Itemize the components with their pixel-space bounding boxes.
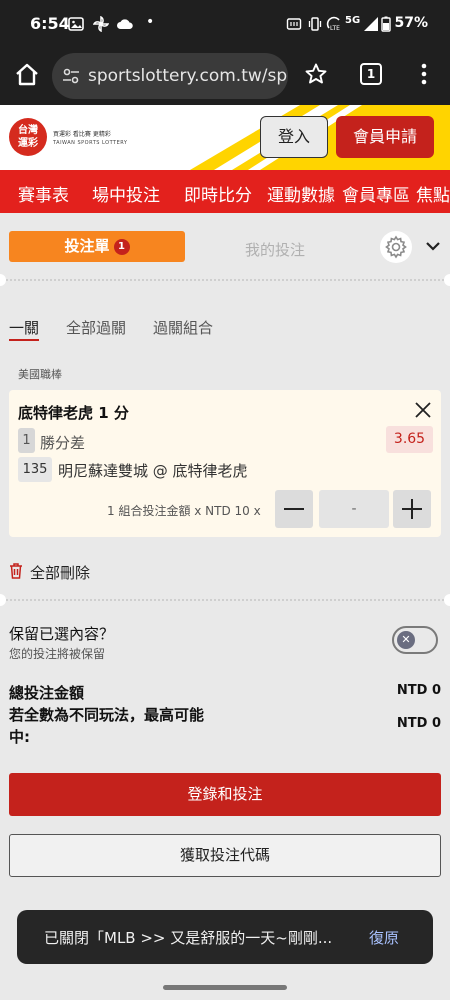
browser-toolbar: sportslottery.com.tw/spo 1 [0,50,450,105]
status-bar: 6:54 • LTE 5G 57% [0,0,450,50]
tab-switcher-button[interactable]: 1 [360,63,382,85]
stake-label: 1 組合投注金額 x NTD 10 x [107,504,261,518]
tab-parlay-combo[interactable]: 過關組合 [153,317,213,338]
close-icon[interactable] [413,400,433,420]
register-button[interactable]: 會員申請 [336,116,434,158]
bookmark-star-icon[interactable] [304,62,328,86]
battery-level: 57% [394,15,428,31]
gear-icon [385,235,407,259]
divider [6,279,444,281]
login-and-bet-button[interactable]: 登錄和投注 [9,773,441,816]
minus-icon [284,508,304,510]
overflow-menu-icon[interactable] [416,62,432,86]
snackbar: 已關閉「MLB >> 又是舒服的一天~剛剛... 復原 [17,910,433,964]
keep-selection-subtitle: 您的投注將被保留 [9,647,106,661]
ticket-notch [444,274,450,286]
nav-item-focus[interactable]: 焦點 [416,181,450,206]
bet-slip-panel: 投注單 1 我的投注 一關 全部過關 過關組合 美國職棒 底特律老虎 1 分 1 … [0,213,450,1000]
address-bar[interactable]: sportslottery.com.tw/spo [52,53,288,99]
home-icon[interactable] [14,62,40,88]
tab-my-bets[interactable]: 我的投注 [245,239,305,260]
login-button[interactable]: 登入 [260,116,328,158]
network-type: 5G [345,15,361,26]
signal-icon [364,17,378,31]
volte-icon: LTE [326,16,340,32]
battery-icon [381,16,391,32]
plus-icon [402,499,422,519]
match-name: 明尼蘇達雙城 @ 底特律老虎 [58,462,248,480]
vibrate-icon [308,17,322,31]
toggle-off-icon: ✕ [397,631,415,649]
nav-item-live-betting[interactable]: 場中投注 [92,181,160,206]
max-payout-label: 若全數為不同玩法，最高可能中: [9,706,205,746]
bet-title: 底特律老虎 1 分 [18,404,129,422]
site-header: 台灣 運彩 買運彩 看比賽 更精彩 TAIWAN SPORTS LOTTERY … [0,105,450,170]
selection-index: 1 [18,428,35,453]
nav-item-live-scores[interactable]: 即時比分 [184,181,252,206]
divider [6,599,444,601]
ticket-notch [444,594,450,606]
stake-input[interactable]: - [319,490,389,528]
ticket-notch [0,594,6,606]
svg-text:LTE: LTE [330,25,340,32]
logo-english: TAIWAN SPORTS LOTTERY [53,140,128,146]
nfc-icon [286,18,302,30]
total-stake-label: 總投注金額 [9,684,85,702]
ticket-notch [0,274,6,286]
tab-single[interactable]: 一關 [9,317,39,338]
gesture-navigation-bar[interactable] [163,985,287,990]
keep-selection-toggle[interactable]: ✕ [392,626,438,654]
decrement-button[interactable] [275,490,313,528]
selection-type: 勝分差 [40,434,86,452]
tab-bet-slip[interactable]: 投注單 1 [9,231,185,262]
chevron-down-icon[interactable] [424,237,442,255]
gallery-notification-icon [68,17,84,31]
status-time: 6:54 [30,14,70,33]
tab-all-parlay[interactable]: 全部過關 [66,317,126,338]
bet-card: 底特律老虎 1 分 1 勝分差 3.65 135 明尼蘇達雙城 @ 底特律老虎 … [9,390,441,537]
bet-count-badge: 1 [113,239,130,255]
trash-icon [10,563,22,579]
league-label: 美國職棒 [18,368,62,381]
nav-item-member-area[interactable]: 會員專區 [342,181,410,206]
snackbar-message: 已關閉「MLB >> 又是舒服的一天~剛剛... [44,929,333,947]
slip-settings-button[interactable] [380,231,412,263]
increment-button[interactable] [393,490,431,528]
site-settings-icon[interactable] [62,67,80,85]
max-payout-value: NTD 0 [396,716,441,731]
match-number: 135 [18,457,52,482]
url-text: sportslottery.com.tw/spo [88,66,288,86]
pinwheel-notification-icon [93,16,109,32]
get-bet-code-button[interactable]: 獲取投注代碼 [9,834,441,877]
main-nav: 賽事表 場中投注 即時比分 運動數據 會員專區 焦點 [0,170,450,213]
logo-slogan: 買運彩 看比賽 更精彩 [53,131,111,138]
active-tab-indicator [9,339,39,341]
nav-item-sports-data[interactable]: 運動數據 [267,181,335,206]
notification-dot: • [146,14,155,30]
nav-item-schedule[interactable]: 賽事表 [18,181,69,206]
undo-button[interactable]: 復原 [369,927,399,948]
total-stake-value: NTD 0 [396,683,441,698]
cloud-icon [117,19,133,29]
keep-selection-title: 保留已選內容？ [9,625,115,643]
odds-badge: 3.65 [386,426,433,453]
site-logo[interactable]: 台灣 運彩 [9,118,47,156]
delete-all-label: 全部刪除 [30,564,91,582]
